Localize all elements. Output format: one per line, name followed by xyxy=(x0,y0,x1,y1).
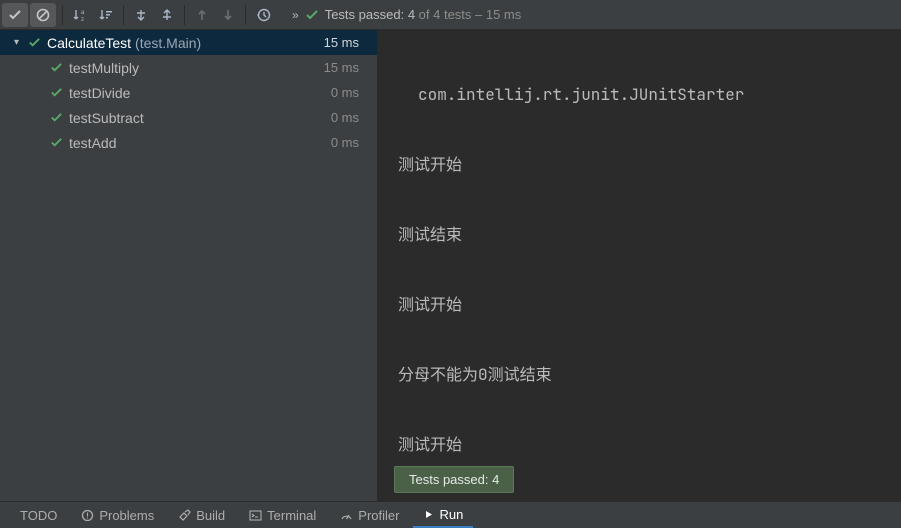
test-class-node[interactable]: ▾ CalculateTest (test.Main) 15 ms xyxy=(0,30,377,55)
separator xyxy=(123,5,124,25)
problems-tab[interactable]: Problems xyxy=(71,502,164,528)
chevron-down-icon[interactable]: ▾ xyxy=(14,37,28,48)
check-icon xyxy=(50,136,63,149)
problems-icon xyxy=(81,509,94,522)
problems-label: Problems xyxy=(99,508,154,523)
run-tab[interactable]: Run xyxy=(413,502,473,528)
console-line: 测试结束 xyxy=(398,497,901,501)
svg-text:z: z xyxy=(81,17,84,22)
terminal-label: Terminal xyxy=(267,508,316,523)
test-method-node[interactable]: testAdd 0 ms xyxy=(0,130,377,155)
test-method-name: testSubtract xyxy=(69,110,144,126)
check-icon xyxy=(50,61,63,74)
console-line: 测试开始 xyxy=(398,147,901,182)
prev-failed-button[interactable] xyxy=(189,3,215,27)
sort-duration-button[interactable] xyxy=(93,3,119,27)
collapse-all-button[interactable] xyxy=(154,3,180,27)
test-history-button[interactable] xyxy=(250,3,276,27)
test-method-name: testMultiply xyxy=(69,60,139,76)
separator xyxy=(184,5,185,25)
terminal-tab[interactable]: Terminal xyxy=(239,502,326,528)
status-tooltip: Tests passed: 4 xyxy=(394,466,514,493)
show-passed-toggle[interactable] xyxy=(2,3,28,27)
check-icon xyxy=(50,86,63,99)
separator xyxy=(245,5,246,25)
check-icon xyxy=(305,8,319,22)
check-icon xyxy=(50,111,63,124)
test-method-name: testAdd xyxy=(69,135,116,151)
console-line: 分母不能为0测试结束 xyxy=(398,357,901,392)
test-method-node[interactable]: testMultiply 15 ms xyxy=(0,55,377,80)
run-label: Run xyxy=(439,507,463,522)
duration-label: 0 ms xyxy=(331,110,359,125)
test-method-node[interactable]: testSubtract 0 ms xyxy=(0,105,377,130)
test-class-qualifier: (test.Main) xyxy=(135,35,201,51)
sort-alpha-button[interactable]: az xyxy=(67,3,93,27)
next-failed-button[interactable] xyxy=(215,3,241,27)
todo-tab[interactable]: TODO xyxy=(10,502,67,528)
test-class-name: CalculateTest xyxy=(47,35,131,51)
main-split: ▾ CalculateTest (test.Main) 15 ms testMu… xyxy=(0,30,901,501)
check-icon xyxy=(28,36,41,49)
tests-passed-count: 4 xyxy=(408,7,415,22)
duration-label: 15 ms xyxy=(324,35,359,50)
duration-label: 15 ms xyxy=(324,60,359,75)
tests-total: of 4 tests – 15 ms xyxy=(415,7,521,22)
terminal-icon xyxy=(249,509,262,522)
build-tab[interactable]: Build xyxy=(168,502,235,528)
console-output[interactable]: com.intellij.rt.junit.JUnitStarter 测试开始 … xyxy=(378,30,901,501)
todo-label: TODO xyxy=(20,508,57,523)
test-tree[interactable]: ▾ CalculateTest (test.Main) 15 ms testMu… xyxy=(0,30,378,501)
profiler-icon xyxy=(340,509,353,522)
test-status-summary: Tests passed: 4 of 4 tests – 15 ms xyxy=(305,7,522,22)
expand-all-button[interactable] xyxy=(128,3,154,27)
duration-label: 0 ms xyxy=(331,85,359,100)
console-line: 测试结束 xyxy=(398,217,901,252)
hammer-icon xyxy=(178,509,191,522)
show-ignored-toggle[interactable] xyxy=(30,3,56,27)
build-label: Build xyxy=(196,508,225,523)
profiler-label: Profiler xyxy=(358,508,399,523)
console-line: 测试开始 xyxy=(398,427,901,462)
tool-window-bar: TODO Problems Build Terminal Profiler Ru… xyxy=(0,501,901,528)
separator xyxy=(62,5,63,25)
svg-text:a: a xyxy=(81,10,85,16)
tests-passed-label: Tests passed: xyxy=(325,7,405,22)
duration-label: 0 ms xyxy=(331,135,359,150)
console-line: com.intellij.rt.junit.JUnitStarter xyxy=(398,77,901,112)
test-method-name: testDivide xyxy=(69,85,130,101)
test-toolbar: az » Tests passed: 4 of 4 tests – 15 ms xyxy=(0,0,901,30)
console-line: 测试开始 xyxy=(398,287,901,322)
play-icon xyxy=(423,509,434,520)
profiler-tab[interactable]: Profiler xyxy=(330,502,409,528)
chevrons-icon: » xyxy=(292,8,299,22)
test-method-node[interactable]: testDivide 0 ms xyxy=(0,80,377,105)
